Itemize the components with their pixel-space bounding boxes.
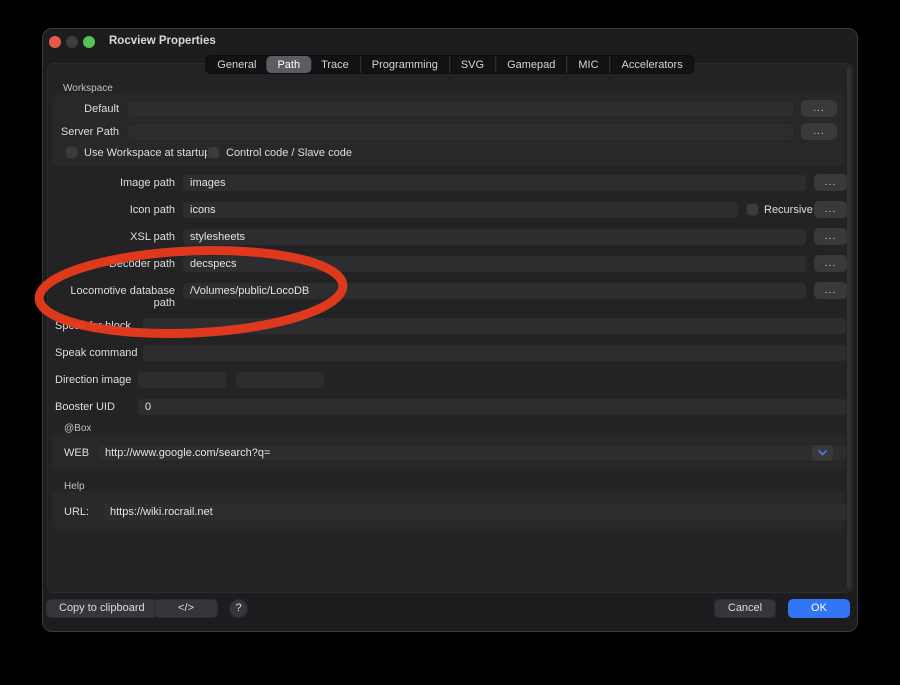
image-path-browse-button[interactable]: ... xyxy=(814,174,847,191)
icon-path-browse-button[interactable]: ... xyxy=(814,201,847,218)
speak-for-block-input[interactable] xyxy=(142,317,847,335)
help-button[interactable]: ? xyxy=(229,599,248,618)
minimize-window-button xyxy=(66,36,78,48)
copy-to-clipboard-button[interactable]: Copy to clipboard xyxy=(46,599,158,618)
code-view-button[interactable]: </> xyxy=(154,599,218,618)
footer-bar: Copy to clipboard </> ? Cancel OK xyxy=(43,591,857,631)
tab-trace[interactable]: Trace xyxy=(310,56,360,73)
decoder-path-input[interactable] xyxy=(182,255,807,273)
control-code-label: Control code / Slave code xyxy=(226,147,352,159)
default-workspace-input[interactable] xyxy=(127,100,795,118)
icon-path-input[interactable] xyxy=(182,201,739,219)
server-path-input[interactable] xyxy=(127,123,795,141)
path-tab-panel: Workspace Default ... Server Path ... Us… xyxy=(47,63,853,593)
url-label: URL: xyxy=(64,506,104,518)
tab-mic[interactable]: MIC xyxy=(566,56,609,73)
cancel-button[interactable]: Cancel xyxy=(714,599,776,618)
decoder-path-browse-button[interactable]: ... xyxy=(814,255,847,272)
decoder-path-label: Decoder path xyxy=(48,258,175,270)
tab-gamepad[interactable]: Gamepad xyxy=(495,56,566,73)
title-bar[interactable]: Rocview Properties xyxy=(43,29,857,55)
scrollbar[interactable] xyxy=(847,68,851,588)
image-path-input[interactable] xyxy=(182,174,807,192)
help-url-input[interactable] xyxy=(102,502,847,522)
default-label: Default xyxy=(48,103,119,115)
direction-image-input-1[interactable] xyxy=(137,371,227,389)
locomotive-database-path-browse-button[interactable]: ... xyxy=(814,282,847,299)
default-browse-button[interactable]: ... xyxy=(801,100,837,117)
ok-button[interactable]: OK xyxy=(788,599,850,618)
locomotive-database-path-input[interactable] xyxy=(182,282,807,300)
chevron-down-icon xyxy=(818,450,827,456)
server-path-browse-button[interactable]: ... xyxy=(801,123,837,140)
image-path-label: Image path xyxy=(48,177,175,189)
xsl-path-input[interactable] xyxy=(182,228,807,246)
xsl-path-browse-button[interactable]: ... xyxy=(814,228,847,245)
window-title: Rocview Properties xyxy=(109,35,216,47)
tab-programming[interactable]: Programming xyxy=(360,56,449,73)
speak-command-input[interactable] xyxy=(142,344,847,362)
zoom-window-button[interactable] xyxy=(83,36,95,48)
tab-path[interactable]: Path xyxy=(266,56,311,73)
use-workspace-label: Use Workspace at startup xyxy=(84,147,210,159)
rocview-properties-window: Rocview Properties General Path Trace Pr… xyxy=(42,28,858,632)
recursive-checkbox[interactable] xyxy=(746,203,759,216)
tab-general[interactable]: General xyxy=(206,56,267,73)
tab-bar: General Path Trace Programming SVG Gamep… xyxy=(205,55,694,74)
web-dropdown-button[interactable] xyxy=(812,445,833,461)
web-url-combobox[interactable] xyxy=(97,444,847,462)
use-workspace-checkbox[interactable] xyxy=(65,146,78,159)
tab-accelerators[interactable]: Accelerators xyxy=(610,56,694,73)
direction-image-input-2[interactable] xyxy=(235,371,325,389)
booster-uid-input[interactable] xyxy=(137,398,847,416)
close-window-button[interactable] xyxy=(49,36,61,48)
control-code-checkbox[interactable] xyxy=(207,146,220,159)
locomotive-database-path-label: Locomotive database path xyxy=(48,285,175,309)
tab-svg[interactable]: SVG xyxy=(449,56,495,73)
recursive-label: Recursive xyxy=(764,204,813,216)
xsl-path-label: XSL path xyxy=(48,231,175,243)
server-path-label: Server Path xyxy=(48,126,119,138)
icon-path-label: Icon path xyxy=(48,204,175,216)
